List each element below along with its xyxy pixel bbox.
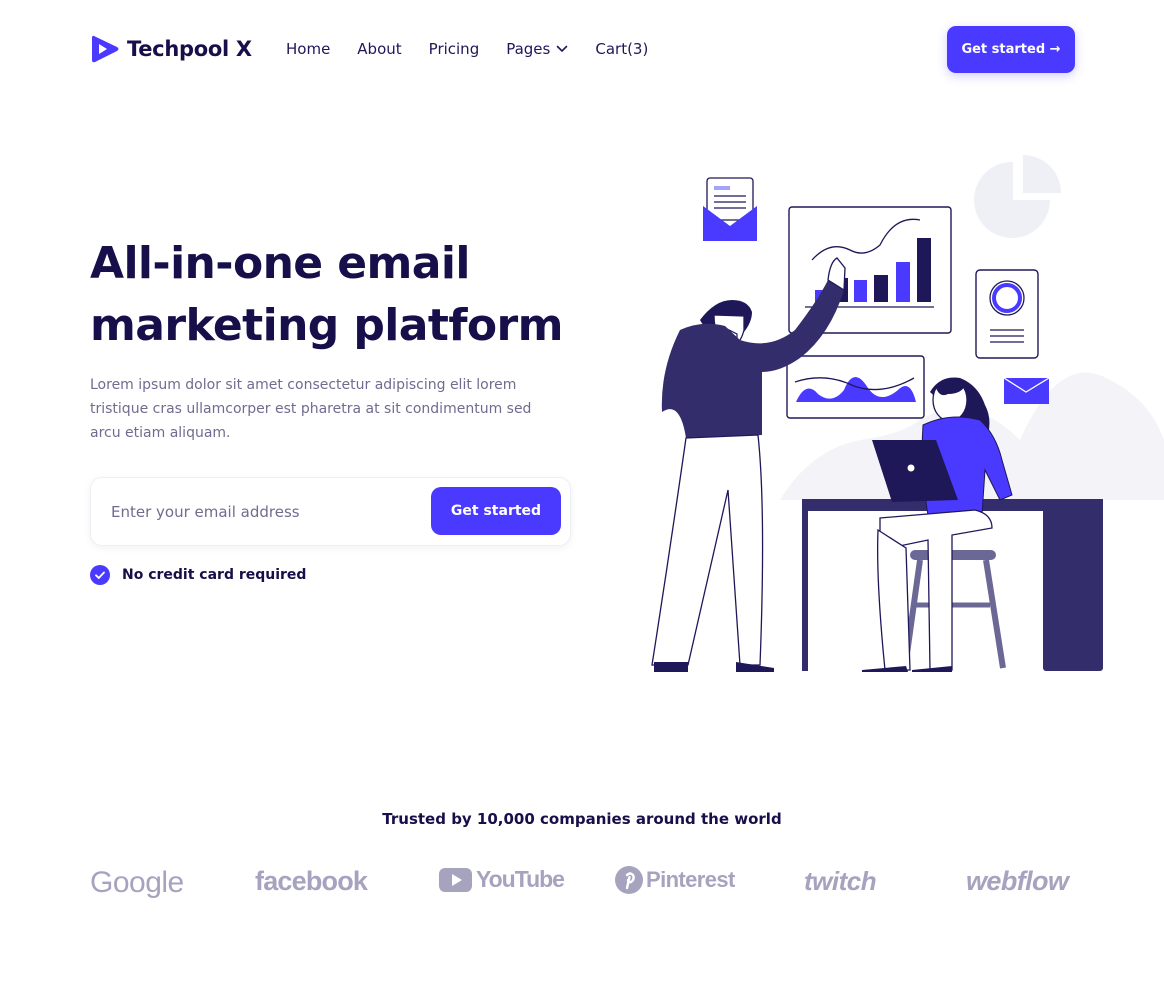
google-logo: Google	[90, 866, 184, 900]
twitch-logo: twitch	[804, 866, 877, 897]
main-nav: Home About Pricing Pages Cart(3)	[286, 40, 675, 58]
brand-logo[interactable]: Techpool X	[90, 33, 252, 65]
envelope-letter-icon	[703, 177, 757, 241]
youtube-logo: YouTube	[439, 866, 565, 893]
youtube-logo-text: YouTube	[476, 866, 565, 892]
youtube-play-icon	[439, 867, 472, 892]
google-logo-text: Google	[90, 866, 184, 899]
facebook-logo: facebook	[255, 866, 368, 897]
nav-pricing-label: Pricing	[428, 40, 480, 58]
hero-title-line-2: marketing platform	[90, 300, 563, 351]
hero-title-line-1: All-in-one email	[90, 238, 470, 289]
nav-pricing[interactable]: Pricing	[429, 40, 480, 58]
email-input[interactable]	[109, 498, 423, 526]
webflow-logo: webflow	[966, 866, 1069, 897]
note-text: No credit card required	[122, 567, 307, 583]
header-get-started-button[interactable]: Get started →	[947, 26, 1075, 73]
twitch-logo-text: twitch	[804, 866, 877, 896]
brand-name: Techpool X	[127, 37, 252, 61]
nav-about[interactable]: About	[357, 40, 401, 58]
mail-icon	[1003, 377, 1050, 404]
facebook-logo-text: facebook	[255, 866, 368, 896]
check-circle-icon	[90, 565, 110, 585]
profile-card	[975, 269, 1039, 359]
nav-home[interactable]: Home	[286, 40, 330, 58]
nav-about-label: About	[357, 40, 402, 58]
webflow-logo-text: webflow	[966, 866, 1069, 896]
pie-chart-icon	[974, 155, 1061, 238]
trusted-heading: Trusted by 10,000 companies around the w…	[382, 810, 782, 828]
nav-cart[interactable]: Cart(3)	[595, 40, 648, 58]
chevron-down-icon	[557, 45, 568, 53]
hero-illustration	[651, 155, 1164, 672]
hero-title: All-in-one email marketing platform	[90, 233, 590, 357]
nav-pages-label: Pages	[506, 40, 551, 58]
hero-description: Lorem ipsum dolor sit amet consectetur a…	[90, 377, 532, 441]
no-credit-card-note: No credit card required	[90, 565, 306, 585]
nav-cart-label: Cart(3)	[595, 40, 649, 58]
nav-home-label: Home	[286, 40, 331, 58]
nav-pages-dropdown[interactable]: Pages	[506, 40, 568, 58]
signup-get-started-button[interactable]: Get started	[431, 487, 561, 535]
pinterest-logo-text: Pinterest	[646, 867, 735, 892]
stool	[902, 550, 1006, 669]
pinterest-p-icon	[615, 866, 643, 894]
email-signup-form: Get started	[90, 477, 571, 546]
wave-chart-board	[786, 355, 925, 419]
pinterest-logo: Pinterest	[615, 866, 735, 894]
play-logo-icon	[92, 35, 119, 63]
